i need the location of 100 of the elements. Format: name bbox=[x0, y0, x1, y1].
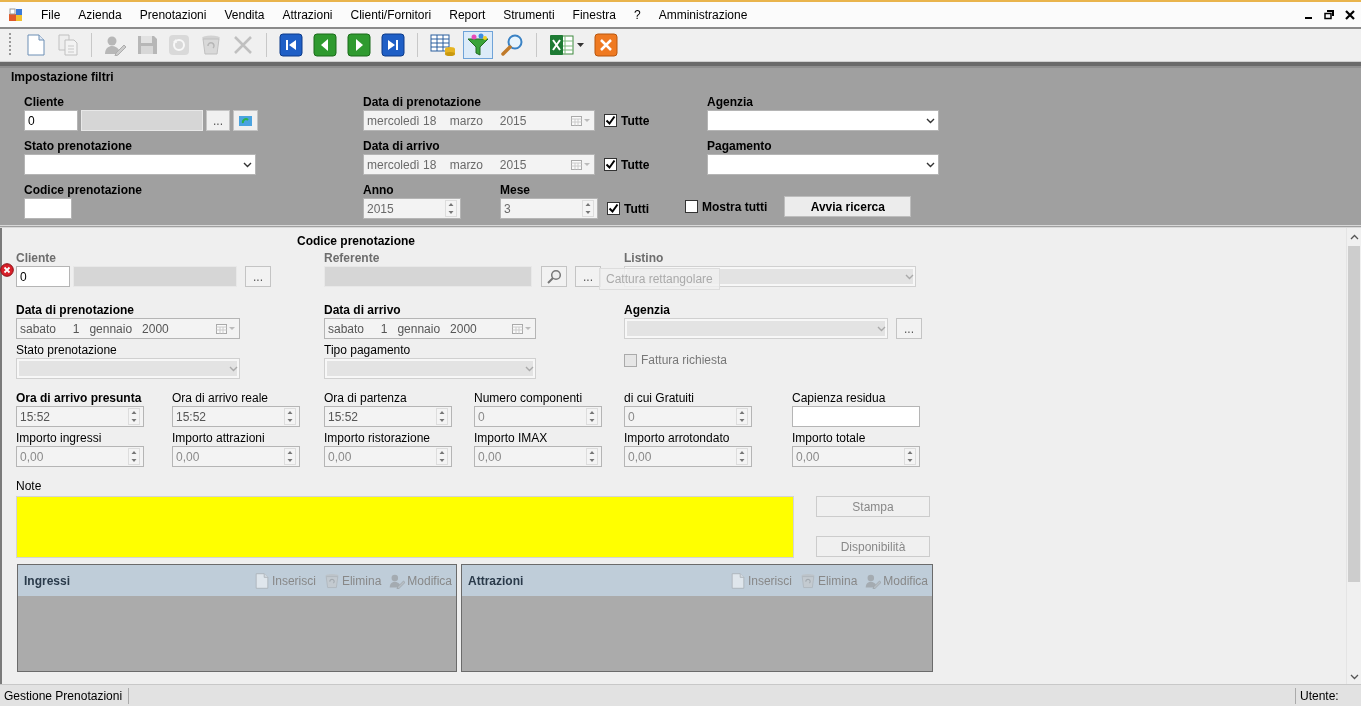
recycle-bin-icon bbox=[799, 572, 816, 589]
document-icon bbox=[253, 572, 270, 589]
menu-item[interactable]: Prenotazioni bbox=[135, 7, 211, 22]
user-edit-icon bbox=[389, 572, 406, 589]
close-icon bbox=[594, 33, 618, 57]
spinner-arrows-icon bbox=[736, 408, 748, 425]
caret-icon bbox=[525, 365, 534, 372]
spinner-arrows-icon bbox=[128, 448, 140, 465]
spin-box[interactable]: 15:52 bbox=[324, 406, 452, 427]
dropdown[interactable] bbox=[707, 110, 939, 131]
document-icon bbox=[26, 34, 46, 56]
dropdown[interactable] bbox=[24, 154, 256, 175]
spinner-arrows-icon bbox=[284, 448, 296, 465]
show-all-checkbox[interactable]: Mostra tutti bbox=[685, 199, 768, 214]
filter-icon bbox=[466, 33, 490, 57]
filter-button[interactable] bbox=[463, 31, 493, 59]
panel-title: Attrazioni bbox=[468, 573, 524, 588]
field-label: Ora di arrivo presunta bbox=[16, 390, 142, 406]
field-label: Capienza residua bbox=[792, 390, 886, 406]
caret-icon bbox=[577, 43, 584, 47]
refresh-button[interactable] bbox=[233, 110, 258, 131]
menu-item[interactable]: Amministrazione bbox=[654, 7, 752, 22]
text-field[interactable] bbox=[792, 406, 920, 427]
browse-button[interactable]: ... bbox=[206, 110, 230, 131]
scrollbar[interactable] bbox=[1346, 228, 1361, 684]
spinner-arrows-icon bbox=[284, 408, 296, 425]
panel-title: Ingressi bbox=[24, 573, 71, 588]
search-button[interactable]: Avvia ricerca bbox=[784, 196, 912, 217]
caret-icon bbox=[243, 161, 252, 168]
dropdown[interactable] bbox=[624, 318, 888, 339]
search-button[interactable] bbox=[541, 266, 567, 287]
text-field[interactable]: 0 bbox=[16, 266, 70, 287]
close-button[interactable] bbox=[591, 31, 621, 59]
scroll-down-icon[interactable] bbox=[1349, 674, 1359, 680]
menu-item[interactable]: Attrazioni bbox=[278, 7, 337, 22]
menu-item[interactable]: Azienda bbox=[74, 7, 126, 22]
text-field[interactable]: 0 bbox=[24, 110, 78, 131]
menu-item[interactable]: Strumenti bbox=[499, 7, 559, 22]
previous-button[interactable] bbox=[310, 31, 340, 59]
dropdown[interactable] bbox=[324, 358, 536, 379]
field-label: di cui Gratuiti bbox=[624, 390, 695, 406]
spinner-arrows-icon bbox=[736, 448, 748, 465]
spinner-arrows-icon bbox=[582, 200, 594, 217]
menu-item[interactable]: Finestra bbox=[568, 7, 620, 22]
section-title: Codice prenotazione bbox=[297, 233, 416, 250]
status-text: Utente: bbox=[1295, 687, 1355, 704]
spin-box[interactable]: 15:52 bbox=[16, 406, 144, 427]
field-label: Importo IMAX bbox=[474, 430, 548, 446]
browse-button[interactable]: ... bbox=[245, 266, 271, 287]
field-label: Data di prenotazione bbox=[16, 302, 134, 318]
menu-item[interactable]: Report bbox=[445, 7, 490, 22]
field-label: Numero componenti bbox=[474, 390, 583, 406]
browse-button[interactable]: ... bbox=[896, 318, 922, 339]
toolbar-grip-icon[interactable] bbox=[8, 32, 12, 58]
table-icon bbox=[430, 33, 456, 57]
spin-box[interactable]: 15:52 bbox=[172, 406, 300, 427]
field-label: Data di arrivo bbox=[363, 138, 440, 154]
check-icon bbox=[605, 159, 616, 170]
undo-icon bbox=[168, 34, 190, 56]
field-label: Mese bbox=[500, 182, 531, 198]
scroll-up-icon[interactable] bbox=[1349, 234, 1359, 240]
field-label: Importo ingressi bbox=[16, 430, 102, 446]
menu-item[interactable]: File bbox=[37, 7, 65, 22]
notes-field[interactable] bbox=[16, 496, 794, 558]
date-picker[interactable]: sabato 1 gennaio 2000 bbox=[16, 318, 240, 339]
skip-forward-icon bbox=[381, 33, 405, 57]
field-label: Note bbox=[16, 478, 43, 494]
first-record-button[interactable] bbox=[276, 31, 306, 59]
field-label: Importo attrazioni bbox=[172, 430, 265, 446]
tooltip: Cattura rettangolare bbox=[599, 268, 720, 290]
menu-item[interactable]: ? bbox=[629, 7, 645, 22]
date-picker[interactable]: sabato 1 gennaio 2000 bbox=[324, 318, 536, 339]
user-edit-icon bbox=[865, 572, 882, 589]
next-button[interactable] bbox=[344, 31, 374, 59]
menu-item[interactable]: Vendita bbox=[220, 7, 269, 22]
app-icon[interactable] bbox=[9, 7, 23, 22]
spinner-arrows-icon bbox=[436, 408, 448, 425]
restore-icon[interactable] bbox=[1324, 9, 1335, 20]
menu-item[interactable]: Clienti/Fornitori bbox=[346, 7, 436, 22]
recycle-bin-icon bbox=[200, 34, 222, 56]
refresh-icon bbox=[237, 113, 254, 128]
spinner-arrows-icon bbox=[586, 408, 598, 425]
close-icon[interactable] bbox=[1345, 9, 1355, 20]
field-label: Agenzia bbox=[624, 302, 670, 318]
dropdown[interactable] bbox=[707, 154, 939, 175]
calendar-icon bbox=[571, 115, 591, 126]
field-label: Ora di arrivo reale bbox=[172, 390, 269, 406]
recycle-bin-icon bbox=[323, 572, 340, 589]
dropdown[interactable] bbox=[16, 358, 240, 379]
field-label: Importo ristorazione bbox=[324, 430, 431, 446]
field-label: Stato prenotazione bbox=[24, 138, 132, 154]
browse-button[interactable]: ... bbox=[575, 266, 601, 287]
caret-icon bbox=[926, 161, 935, 168]
last-record-button[interactable] bbox=[378, 31, 408, 59]
text-field[interactable] bbox=[24, 198, 72, 219]
caret-icon bbox=[905, 273, 914, 280]
user-edit-icon bbox=[104, 34, 126, 56]
search-icon bbox=[500, 33, 524, 57]
spinner-arrows-icon bbox=[904, 448, 916, 465]
field-label: Stato prenotazione bbox=[16, 342, 117, 358]
